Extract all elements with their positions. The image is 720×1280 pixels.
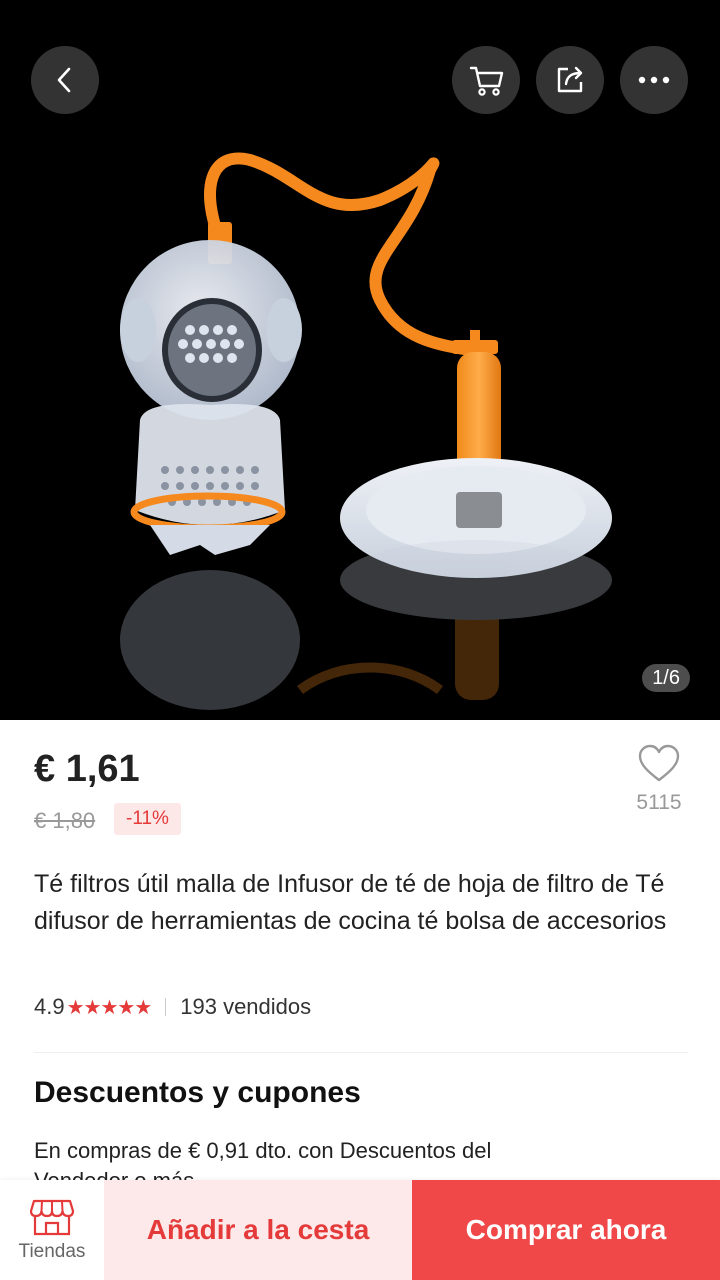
image-pager: 1/6 [642, 664, 690, 692]
section-divider [34, 1052, 688, 1053]
discount-badge: -11% [114, 803, 181, 835]
share-button[interactable] [536, 46, 604, 114]
product-image-gallery[interactable]: 1/6 [0, 0, 720, 720]
more-options-button[interactable] [620, 46, 688, 114]
coupon-description[interactable]: En compras de € 0,91 dto. con Descuentos… [34, 1136, 554, 1180]
buy-now-button[interactable]: Comprar ahora [412, 1180, 720, 1280]
coupons-section-title: Descuentos y cupones [34, 1076, 361, 1109]
store-label: Tiendas [18, 1241, 86, 1262]
bottom-action-bar: Tiendas Añadir a la cesta Comprar ahora [0, 1180, 720, 1280]
divider [165, 998, 167, 1016]
cart-icon [469, 66, 504, 96]
sold-count: 193 vendidos [180, 994, 312, 1019]
product-page: 1/6 € 1,61 € 1,80 -11% 5115 Té filtros ú… [0, 0, 720, 1280]
rating-row[interactable]: 4.9 ★★★★★ 193 vendidos [34, 992, 311, 1022]
product-image [120, 152, 612, 710]
cart-button[interactable] [452, 46, 520, 114]
product-title: Té filtros útil malla de Infusor de té d… [34, 870, 667, 935]
chevron-left-icon [57, 67, 71, 93]
wishlist-button[interactable]: 5115 [626, 744, 692, 815]
store-icon [29, 1199, 75, 1236]
add-to-cart-button[interactable]: Añadir a la cesta [104, 1180, 412, 1280]
share-icon [557, 66, 583, 93]
rating-value: 4.9 [34, 994, 65, 1019]
star-rating-icon: ★★★★★ [66, 996, 153, 1019]
heart-icon [638, 744, 680, 782]
original-price: € 1,80 [34, 808, 96, 833]
more-icon [638, 76, 670, 84]
store-button[interactable]: Tiendas [0, 1180, 104, 1280]
back-button[interactable] [31, 46, 99, 114]
current-price: € 1,61 [34, 748, 140, 790]
wishlist-count: 5115 [636, 791, 682, 814]
